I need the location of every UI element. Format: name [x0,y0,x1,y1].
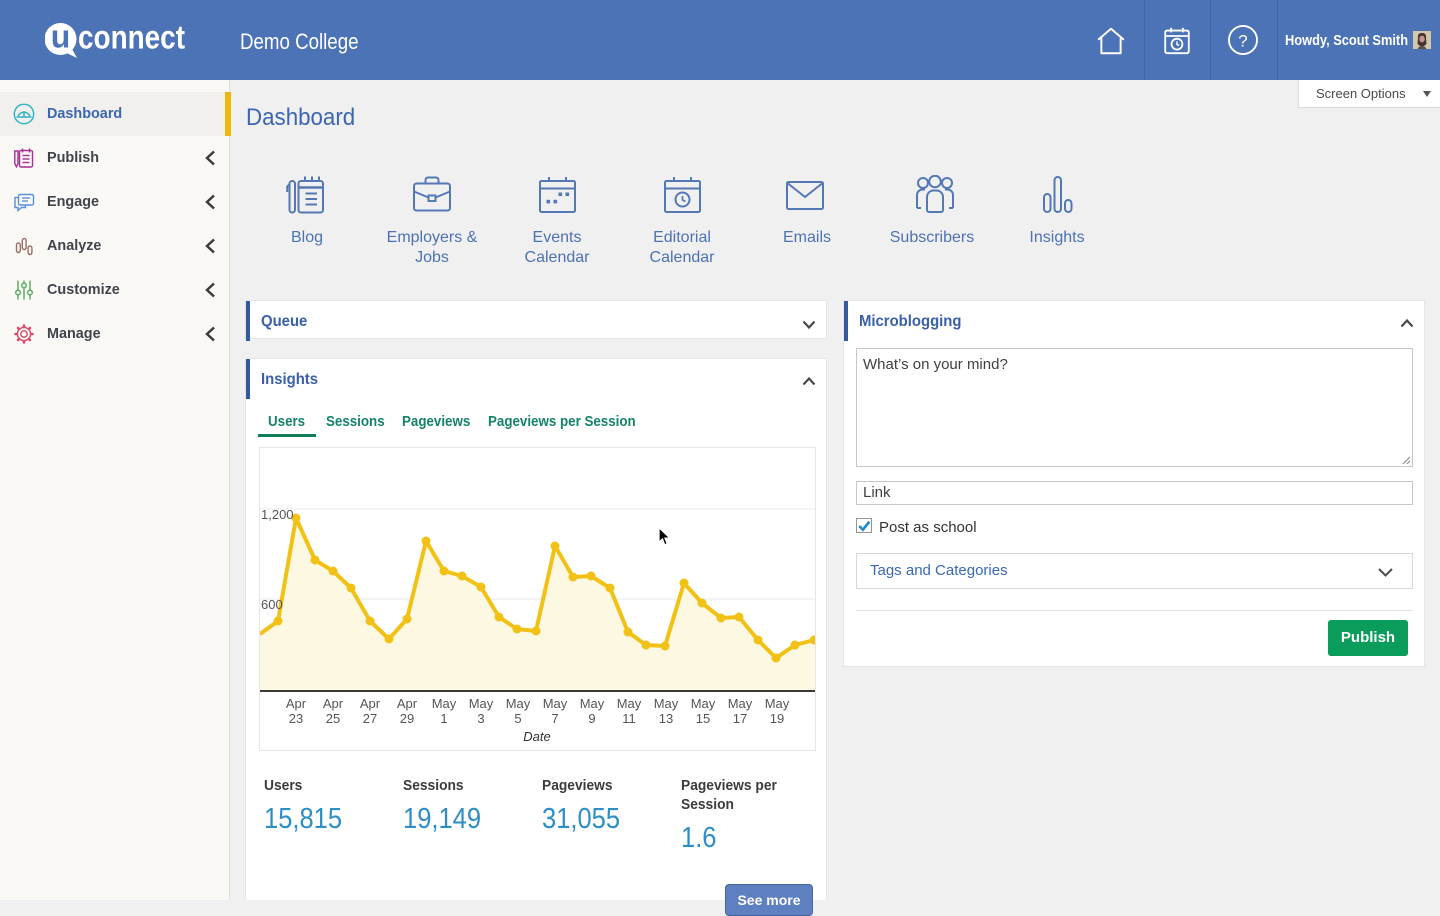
svg-text:?: ? [1238,32,1247,51]
svg-text:May: May [469,696,494,711]
svg-text:May: May [543,696,568,711]
svg-text:600: 600 [261,597,283,612]
svg-text:1,200: 1,200 [261,507,294,522]
svg-text:29: 29 [400,711,414,726]
svg-text:May: May [617,696,642,711]
svg-text:25: 25 [326,711,340,726]
svg-text:Date: Date [523,729,550,744]
svg-text:17: 17 [733,711,747,726]
svg-text:May: May [654,696,679,711]
svg-text:Apr: Apr [360,696,381,711]
svg-text:Apr: Apr [323,696,344,711]
svg-text:1: 1 [440,711,447,726]
svg-text:u: u [51,23,71,55]
svg-text:May: May [432,696,457,711]
svg-text:3: 3 [477,711,484,726]
svg-text:May: May [506,696,531,711]
svg-text:11: 11 [622,711,636,726]
svg-text:connect: connect [78,23,185,56]
svg-text:7: 7 [551,711,558,726]
svg-text:13: 13 [659,711,673,726]
svg-text:5: 5 [514,711,521,726]
svg-text:May: May [691,696,716,711]
svg-text:9: 9 [588,711,595,726]
svg-text:15: 15 [696,711,710,726]
svg-text:Apr: Apr [286,696,307,711]
svg-text:23: 23 [289,711,303,726]
svg-text:Apr: Apr [397,696,418,711]
svg-text:27: 27 [363,711,377,726]
svg-text:19: 19 [770,711,784,726]
svg-text:May: May [765,696,790,711]
svg-text:May: May [580,696,605,711]
svg-text:May: May [728,696,753,711]
